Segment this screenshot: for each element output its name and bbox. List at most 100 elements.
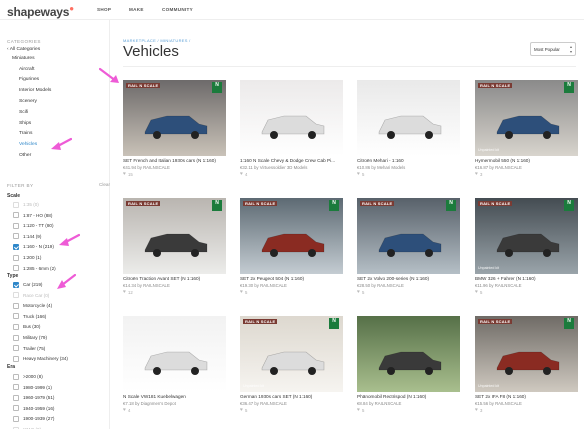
product-card[interactable]: RAIL N SCALE N Citroën Traction Avant SET … [123,198,226,295]
heart-icon[interactable]: ♥ [475,171,478,177]
type-filter-option[interactable]: Military (79) [13,334,47,341]
era-filter-option[interactable]: 1960-1979 (51) [13,394,54,401]
type-filter-option[interactable]: Car (219) [13,281,42,288]
heart-icon[interactable]: ♥ [240,407,243,413]
checkbox[interactable] [13,222,19,229]
product-likes[interactable]: ♥ 5 [240,289,247,295]
product-title[interactable]: Citroën Traction Avant SET (N 1:160) [123,276,226,281]
category-scenery[interactable]: Scenery [19,99,37,104]
shapeways-logo[interactable]: shapeways● [7,4,74,19]
product-title[interactable]: Phänomobil Rectrispod (N 1:160) [357,394,460,399]
heart-icon[interactable]: ♥ [357,289,360,295]
checkbox[interactable] [13,313,19,320]
product-thumbnail[interactable] [357,80,460,156]
checkbox[interactable] [13,212,19,219]
category-figurines[interactable]: Figurines [19,77,39,82]
product-card[interactable]: 1:160 N Scale Chevy & Dodge Crew Cab Pi.… [240,80,343,177]
category-vehicles[interactable]: Vehicles [19,142,37,147]
product-likes[interactable]: ♥ 4 [240,171,247,177]
product-title[interactable]: N Scale VW181 Kuebelwagen [123,394,226,399]
type-filter-option[interactable]: Motorcycle (4) [13,302,52,309]
product-thumbnail[interactable] [357,316,460,392]
product-card[interactable]: RAIL N SCALE N SET 2x Peugeot 504 (N 1:160… [240,198,343,295]
product-card[interactable]: RAIL N SCALE N Unpainted kit BMW 326 + Fahr… [475,198,578,295]
checkbox[interactable] [13,254,19,261]
product-thumbnail[interactable]: RAIL N SCALE N [123,198,226,274]
category-aircraft[interactable]: Aircraft [19,67,35,72]
type-filter-option[interactable]: Heavy Machinery (34) [13,355,68,362]
heart-icon[interactable]: ♥ [357,407,360,413]
nav-make[interactable]: MAKE [129,7,144,12]
type-filter-option[interactable]: Trailer (75) [13,345,45,352]
product-card[interactable]: RAIL N SCALE N Unpainted kit Hymermobil 550… [475,80,578,177]
scale-filter-option[interactable]: 1:35 (0) [13,201,39,208]
checkbox[interactable] [13,373,19,380]
category-miniatures[interactable]: Miniatures [12,56,35,61]
era-filter-option[interactable]: >2000 (8) [13,373,43,380]
product-likes[interactable]: ♥ 4 [123,407,130,413]
category-ships[interactable]: Ships [19,121,31,126]
checkbox[interactable] [13,292,19,299]
scale-filter-option[interactable]: 1:120 - TT (80) [13,222,53,229]
category-trains[interactable]: Trains [19,131,32,136]
product-thumbnail[interactable]: RAIL N SCALE N [240,198,343,274]
product-card[interactable]: RAIL N SCALE N SET 2x Volvo 200-series (N … [357,198,460,295]
era-filter-option[interactable]: 1900-1939 (27) [13,415,54,422]
checkbox[interactable] [13,384,19,391]
heart-icon[interactable]: ♥ [357,171,360,177]
product-likes[interactable]: ♥ 15 [123,171,133,177]
product-title[interactable]: Hymermobil 550 (N 1:160) [475,158,578,163]
scale-filter-option[interactable]: 1:144 (9) [13,233,41,240]
product-card[interactable]: RAIL N SCALE N SET French and Italian 1930… [123,80,226,177]
product-thumbnail[interactable]: RAIL N SCALE N [123,80,226,156]
product-title[interactable]: BMW 326 + Fahrer (N 1:160) [475,276,578,281]
product-likes[interactable]: ♥ 3 [475,171,482,177]
nav-shop[interactable]: SHOP [97,7,111,12]
heart-icon[interactable]: ♥ [123,289,126,295]
product-likes[interactable]: ♥ 5 [240,407,247,413]
checkbox-checked[interactable] [13,281,19,288]
product-likes[interactable]: ♥ 5 [357,407,364,413]
era-filter-option[interactable]: 1980-1999 (1) [13,384,52,391]
type-filter-option[interactable]: Truck (166) [13,313,46,320]
sort-select[interactable]: Most Popular ▴ ▾ [530,42,576,56]
checkbox[interactable] [13,233,19,240]
checkbox[interactable] [13,201,19,208]
product-likes[interactable]: ♥ 5 [357,171,364,177]
scale-filter-option[interactable]: 1:160 - N (219) [13,243,54,250]
product-likes[interactable]: ♥ 3 [475,407,482,413]
product-thumbnail[interactable]: RAIL N SCALE N [357,198,460,274]
era-filter-option[interactable]: 1940-1959 (16) [13,405,54,412]
checkbox[interactable] [13,415,19,422]
checkbox[interactable] [13,302,19,309]
heart-icon[interactable]: ♥ [240,171,243,177]
heart-icon[interactable]: ♥ [123,407,126,413]
checkbox[interactable] [13,405,19,412]
product-likes[interactable]: ♥ 5 [357,289,364,295]
product-card[interactable]: Citroën Mehari - 1:160 €10.86 by Mehari M… [357,80,460,177]
heart-icon[interactable]: ♥ [240,289,243,295]
heart-icon[interactable]: ♥ [123,171,126,177]
checkbox-checked[interactable] [13,243,19,250]
product-thumbnail[interactable]: RAIL N SCALE N Unpainted kit [475,316,578,392]
all-categories-link[interactable]: ‹ All Categories [7,47,40,52]
product-title[interactable]: SET 2x Volvo 200-series (N 1:160) [357,276,460,281]
checkbox[interactable] [13,334,19,341]
checkbox[interactable] [13,355,19,362]
product-likes[interactable]: ♥ 5 [475,289,482,295]
product-card[interactable]: RAIL N SCALE N Unpainted kit SET 2x IFA F8 … [475,316,578,413]
checkbox[interactable] [13,265,19,272]
product-likes[interactable]: ♥ 12 [123,289,133,295]
heart-icon[interactable]: ♥ [475,289,478,295]
checkbox[interactable] [13,323,19,330]
product-title[interactable]: German 1930s cars SET (N 1:160) [240,394,343,399]
product-title[interactable]: SET French and Italian 1930s cars (N 1:1… [123,158,226,163]
product-title[interactable]: Citroën Mehari - 1:160 [357,158,460,163]
product-thumbnail[interactable] [240,80,343,156]
product-thumbnail[interactable] [123,316,226,392]
heart-icon[interactable]: ♥ [475,407,478,413]
checkbox[interactable] [13,394,19,401]
scale-filter-option[interactable]: 1:285 - 6mm (2) [13,265,56,272]
type-filter-option[interactable]: Race Car (0) [13,292,49,299]
category-interior-models[interactable]: Interior Models [19,88,51,93]
